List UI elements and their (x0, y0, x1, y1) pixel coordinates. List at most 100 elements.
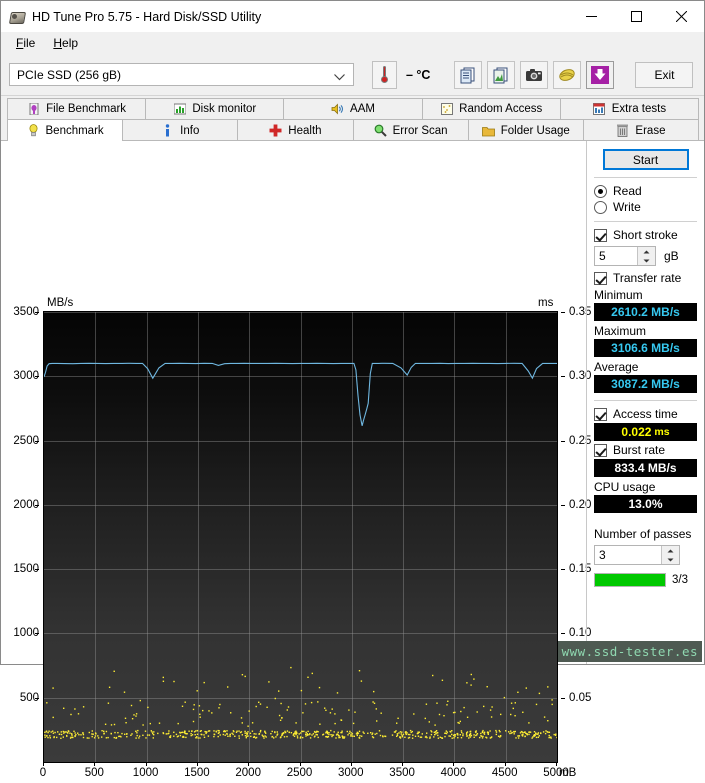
tab-folder-usage[interactable]: Folder Usage (468, 119, 584, 141)
exit-button[interactable]: Exit (635, 62, 693, 88)
short-stroke-size-value: 5 (599, 249, 606, 263)
x-axis-tick-label: 2000 (235, 767, 261, 779)
chevron-down-icon (334, 70, 345, 84)
trash-icon (616, 124, 629, 137)
tab-random-access[interactable]: Random Access (422, 98, 561, 119)
checkbox-burst-rate[interactable]: Burst rate (594, 443, 697, 457)
tab-disk-monitor[interactable]: Disk monitor (145, 98, 284, 119)
checkbox-short-stroke-label: Short stroke (613, 228, 678, 242)
x-axis-labels: 0500100015002000250030003500400045005000 (43, 767, 558, 783)
tab-extra-tests-label: Extra tests (612, 103, 666, 115)
x-axis-tick-label: 3500 (389, 767, 415, 779)
checkbox-access-time[interactable]: Access time (594, 407, 697, 421)
passes-row: 3 (594, 545, 697, 565)
camera-icon[interactable] (520, 61, 548, 89)
random-access-icon (440, 103, 453, 116)
transfer-rate-curve (44, 363, 557, 426)
x-axis-tick (197, 762, 198, 766)
y-axis-tick (35, 376, 39, 377)
stepper-up-icon[interactable] (662, 546, 679, 555)
toolbar-buttons (454, 61, 614, 89)
maximum-label: Maximum (594, 324, 697, 338)
access-time-value: 0.022 (621, 425, 651, 439)
radio-read-indicator[interactable] (594, 185, 607, 198)
stepper-up-icon[interactable] (638, 247, 655, 256)
tab-health[interactable]: Health (237, 119, 353, 141)
radio-write-indicator[interactable] (594, 201, 607, 214)
progress-bar (594, 573, 666, 587)
disk-monitor-icon (173, 103, 186, 116)
passes-label: Number of passes (594, 527, 697, 541)
x-axis-tick (94, 762, 95, 766)
menu-help-label: elp (62, 36, 78, 50)
checkbox-transfer-rate-indicator[interactable] (594, 272, 607, 285)
x-axis-tick-label: 4500 (492, 767, 518, 779)
tab-benchmark[interactable]: Benchmark (7, 119, 123, 141)
stepper-down-icon[interactable] (662, 555, 679, 564)
copy-document-icon[interactable] (454, 61, 482, 89)
title-bar: HD Tune Pro 5.75 - Hard Disk/SSD Utility (1, 1, 704, 32)
benchmark-chart: MB/s ms mB 500100015002000250030003500 0… (1, 141, 586, 664)
checkbox-burst-rate-indicator[interactable] (594, 444, 607, 457)
tab-aam-label: AAM (350, 103, 375, 115)
radio-write-label: Write (613, 200, 641, 214)
checkbox-transfer-rate-label: Transfer rate (613, 271, 681, 285)
y2-axis-unit: ms (538, 297, 553, 309)
tab-bar: File Benchmark Disk monitor AAM Random A… (1, 96, 704, 140)
menu-help[interactable]: Help (44, 34, 87, 52)
passes-stepper[interactable] (661, 546, 679, 564)
thermometer-icon (372, 61, 397, 89)
y2-axis-tick-label: 0.05 (569, 692, 591, 704)
tab-extra-tests[interactable]: Extra tests (560, 98, 699, 119)
tab-error-scan-label: Error Scan (393, 125, 448, 137)
start-button[interactable]: Start (603, 149, 689, 170)
close-button[interactable] (659, 1, 704, 32)
progress-row: 3/3 (594, 573, 697, 587)
short-stroke-stepper[interactable] (637, 247, 655, 265)
x-axis-tick (505, 762, 506, 766)
y2-axis-tick (561, 441, 565, 442)
y-axis-tick (35, 441, 39, 442)
short-stroke-size-input[interactable]: 5 (594, 246, 656, 266)
cpu-usage-value: 13.0% (628, 497, 662, 511)
tab-folder-usage-label: Folder Usage (501, 125, 570, 137)
passes-input[interactable]: 3 (594, 545, 680, 565)
radio-write[interactable]: Write (594, 200, 697, 214)
tab-row-lower: Benchmark Info Health Error Scan (7, 119, 698, 140)
hard-disk-icon (9, 9, 25, 25)
tab-info[interactable]: Info (122, 119, 238, 141)
radio-read-label: Read (613, 184, 642, 198)
stepper-down-icon[interactable] (638, 256, 655, 265)
extra-tests-icon (593, 103, 606, 116)
y2-axis-tick (561, 633, 565, 634)
minimize-button[interactable] (569, 1, 614, 32)
menu-file[interactable]: File (7, 34, 44, 52)
checkbox-short-stroke-indicator[interactable] (594, 229, 607, 242)
tab-file-benchmark-label: File Benchmark (46, 103, 126, 115)
x-axis-tick-label: 1500 (184, 767, 210, 779)
drive-select[interactable]: PCIe SSD (256 gB) (9, 63, 354, 86)
tab-file-benchmark[interactable]: File Benchmark (7, 98, 146, 119)
x-axis-tick (351, 762, 352, 766)
cpu-usage-value-box: 13.0% (594, 495, 697, 513)
average-value: 3087.2 MB/s (611, 377, 680, 391)
checkbox-short-stroke[interactable]: Short stroke (594, 228, 697, 242)
x-axis-tick-label: 2500 (287, 767, 313, 779)
window-title: HD Tune Pro 5.75 - Hard Disk/SSD Utility (32, 10, 261, 24)
menu-bar: File Help (1, 32, 704, 54)
tab-erase[interactable]: Erase (583, 119, 699, 141)
purple-down-arrow-icon[interactable] (586, 61, 614, 89)
maximize-button[interactable] (614, 1, 659, 32)
lightbulb-icon (27, 124, 40, 137)
checkbox-access-time-indicator[interactable] (594, 408, 607, 421)
copy-image-icon[interactable] (487, 61, 515, 89)
tab-aam[interactable]: AAM (283, 98, 422, 119)
checkbox-transfer-rate[interactable]: Transfer rate (594, 271, 697, 285)
tab-error-scan[interactable]: Error Scan (353, 119, 469, 141)
sponge-icon[interactable] (553, 61, 581, 89)
window-controls (569, 1, 704, 32)
x-axis-tick-label: 5000 (543, 767, 569, 779)
info-icon (161, 124, 174, 137)
access-time-points (44, 667, 557, 739)
radio-read[interactable]: Read (594, 184, 697, 198)
